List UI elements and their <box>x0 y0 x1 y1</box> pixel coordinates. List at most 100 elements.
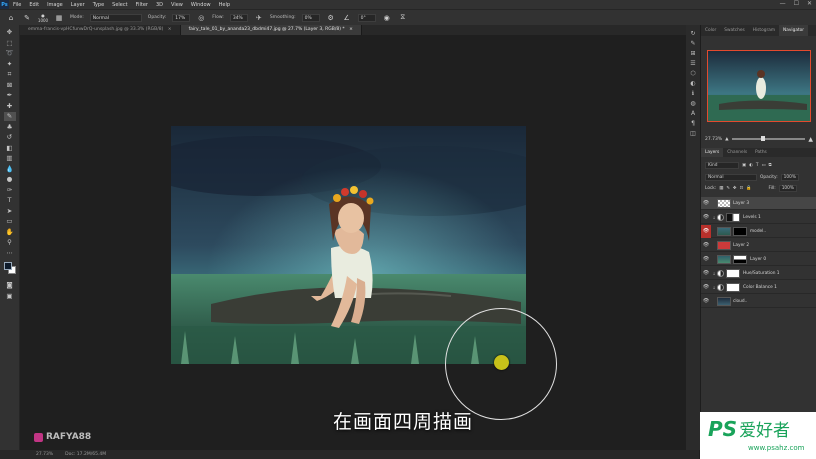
libraries-icon[interactable]: ◫ <box>690 131 696 137</box>
tab-channels[interactable]: Channels <box>723 148 751 157</box>
filter-smart-icon[interactable]: ⧉ <box>769 163 772 168</box>
layer-row[interactable]: 👁 Layer 3 <box>701 197 816 210</box>
mode-select[interactable]: Normal <box>89 13 142 22</box>
canvas-area[interactable]: 在画面四周描画 RAFYA88 <box>20 35 699 450</box>
lock-image-icon[interactable]: ✎ <box>726 186 730 191</box>
opacity-field[interactable]: 17% <box>172 13 191 22</box>
symmetry-icon[interactable]: ⧖ <box>398 13 408 23</box>
pressure-opacity-icon[interactable]: ◎ <box>196 13 206 23</box>
menu-edit[interactable]: Edit <box>25 2 43 8</box>
layer-name[interactable]: Layer 2 <box>733 243 749 248</box>
smoothing-settings-icon[interactable]: ⚙ <box>326 13 336 23</box>
zoom-level[interactable]: 27.73% <box>36 452 53 457</box>
brush-tool-icon[interactable]: ✎ <box>22 13 32 23</box>
pen-tool-icon[interactable]: ✑ <box>4 186 16 195</box>
more-tools-icon[interactable]: ⋯ <box>4 249 16 258</box>
layer-mask-thumbnail[interactable] <box>733 226 747 236</box>
navigator-zoom-slider[interactable] <box>731 136 806 141</box>
layer-name[interactable]: Color Balance 1 <box>743 285 777 290</box>
lock-transparent-icon[interactable]: ▦ <box>719 186 723 191</box>
visibility-eye-icon[interactable]: 👁 <box>701 256 711 262</box>
adjust-icon[interactable]: ⊞ <box>690 51 695 57</box>
paragraph-icon[interactable]: ¶ <box>691 121 695 127</box>
tab-close-icon[interactable]: × <box>168 27 172 32</box>
filter-type-icon[interactable]: T <box>756 163 759 168</box>
brush-settings-icon[interactable]: ✎ <box>690 41 695 47</box>
home-icon[interactable]: ⌂ <box>6 13 16 23</box>
layer-name[interactable]: model.. <box>750 229 766 234</box>
pressure-size-icon[interactable]: ◉ <box>382 13 392 23</box>
frame-tool-icon[interactable]: ⊠ <box>4 81 16 90</box>
layer-fill-field[interactable]: 100% <box>778 184 797 192</box>
layer-name[interactable]: Hue/Saturation 1 <box>743 271 780 276</box>
history-brush-tool-icon[interactable]: ↺ <box>4 133 16 142</box>
menu-layer[interactable]: Layer <box>67 2 89 8</box>
color-swatches[interactable] <box>3 261 17 275</box>
navigator-view-box[interactable] <box>707 50 811 122</box>
tab-paths[interactable]: Paths <box>751 148 771 157</box>
layer-row[interactable]: 👁 ↓ Color Balance 1 <box>701 281 816 294</box>
angle-icon[interactable]: ∠ <box>342 13 352 23</box>
brush-settings-icon[interactable]: ▦ <box>54 13 64 23</box>
brush-tool-icon[interactable]: ✎ <box>3 112 16 121</box>
zoom-tool-icon[interactable]: ⚲ <box>4 238 16 247</box>
visibility-eye-icon[interactable]: 👁 <box>701 270 711 276</box>
3d-icon[interactable]: ⬡ <box>690 71 695 77</box>
info-icon[interactable]: ℹ <box>692 91 694 97</box>
layer-mask-thumbnail[interactable] <box>726 282 740 292</box>
navigator-zoom-value[interactable]: 27.73% <box>705 137 722 142</box>
layer-row[interactable]: 👁 cloud.. <box>701 295 816 308</box>
smoothing-field[interactable]: 0% <box>301 13 320 22</box>
layer-mask-thumbnail[interactable] <box>726 212 740 222</box>
maximize-icon[interactable]: ☐ <box>794 0 799 7</box>
layer-name[interactable]: Levels 1 <box>743 215 761 220</box>
visibility-eye-icon[interactable]: 👁 <box>701 242 711 248</box>
brush-preset-picker[interactable]: ● 1000 <box>38 13 48 23</box>
healing-tool-icon[interactable]: ✚ <box>4 102 16 111</box>
tab-layers[interactable]: Layers <box>701 148 724 157</box>
tab-fairy-tale[interactable]: fairy_tale_01_by_ananda23_dbdmi47.jpg @ … <box>180 25 362 35</box>
tab-close-icon[interactable]: × <box>349 27 353 32</box>
layer-row[interactable]: 👁 Layer 0 <box>701 253 816 266</box>
tab-emma-francis[interactable]: emma-francis-vpHCfunwDrQ-unsplash.jpg @ … <box>20 25 181 35</box>
visibility-eye-icon[interactable]: 👁 <box>701 284 711 290</box>
visibility-eye-icon[interactable]: 👁 <box>701 298 711 304</box>
layer-row[interactable]: 👁 ↓ Levels 1 <box>701 211 816 224</box>
blend-mode-select[interactable]: Normal <box>705 173 757 181</box>
blur-tool-icon[interactable]: 💧 <box>4 165 16 174</box>
filter-adjustment-icon[interactable]: ◐ <box>749 163 753 168</box>
gradient-tool-icon[interactable]: ▥ <box>4 154 16 163</box>
visibility-eye-icon[interactable]: 👁 <box>701 224 711 238</box>
close-icon[interactable]: ✕ <box>807 0 812 7</box>
eraser-tool-icon[interactable]: ◧ <box>4 144 16 153</box>
menu-select[interactable]: Select <box>108 2 131 8</box>
tab-histogram[interactable]: Histogram <box>749 25 779 36</box>
lock-artboard-icon[interactable]: ⊡ <box>740 186 744 191</box>
zoom-slider-knob[interactable] <box>761 136 766 141</box>
layer-opacity-field[interactable]: 100% <box>780 173 799 181</box>
menu-type[interactable]: Type <box>89 2 108 8</box>
hand-tool-icon[interactable]: ✋ <box>4 228 16 237</box>
angle-field[interactable]: 0° <box>357 13 376 22</box>
clone-stamp-tool-icon[interactable]: ♣ <box>4 123 16 132</box>
layer-kind-filter[interactable]: Kind <box>705 161 739 169</box>
menu-3d[interactable]: 3D <box>152 2 167 8</box>
menu-view[interactable]: View <box>167 2 187 8</box>
history-icon[interactable]: ↻ <box>690 31 695 37</box>
airbrush-icon[interactable]: ✈ <box>254 13 264 23</box>
path-select-tool-icon[interactable]: ➤ <box>4 207 16 216</box>
minimize-icon[interactable]: — <box>780 0 786 7</box>
channels-icon[interactable]: ◐ <box>690 81 695 87</box>
tab-swatches[interactable]: Swatches <box>720 25 749 36</box>
foreground-color-swatch[interactable] <box>3 262 12 270</box>
properties-icon[interactable]: ☰ <box>690 61 695 67</box>
dodge-tool-icon[interactable]: ● <box>4 175 16 184</box>
marquee-tool-icon[interactable]: ⬚ <box>4 39 16 48</box>
zoom-out-icon[interactable]: ▲ <box>725 137 728 142</box>
move-tool-icon[interactable]: ✥ <box>4 28 16 37</box>
zoom-in-icon[interactable]: ▲ <box>808 136 813 143</box>
lasso-tool-icon[interactable]: ➰ <box>4 49 16 58</box>
eyedropper-tool-icon[interactable]: ✒ <box>4 91 16 100</box>
filter-pixel-icon[interactable]: ▣ <box>742 163 746 168</box>
tab-color[interactable]: Color <box>701 25 720 36</box>
